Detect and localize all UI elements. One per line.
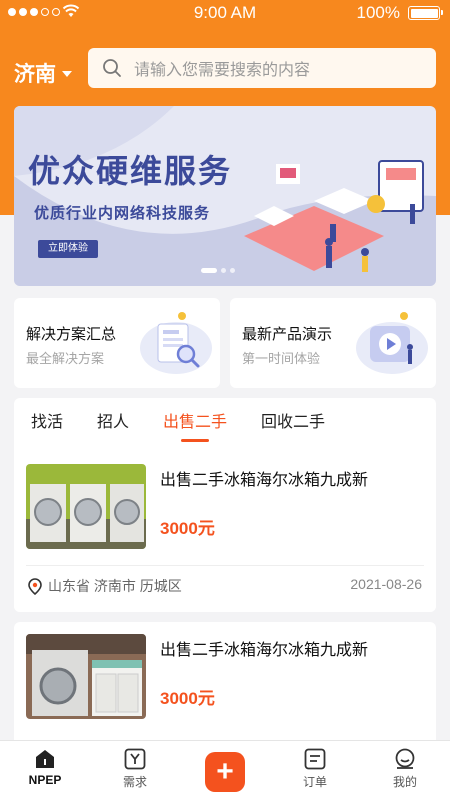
video-play-icon: [356, 312, 428, 374]
location-text: 山东省 济南市 历城区: [48, 578, 182, 594]
nav-label: NPEP: [28, 773, 62, 787]
search-bar[interactable]: 请输入您需要搜索的内容: [88, 48, 436, 88]
city-selector[interactable]: 济南: [14, 58, 72, 88]
promo-banner[interactable]: 优众硬维服务 优质行业内网络科技服务 立即体验: [14, 106, 436, 286]
listing-price: 3000元: [160, 519, 215, 538]
battery-percentage: 100%: [356, 3, 400, 22]
listing-item[interactable]: 出售二手冰箱海尔冰箱九成新 3000元 山东省 济南市 历城区 2021-08-…: [14, 452, 436, 612]
listing-title: 出售二手冰箱海尔冰箱九成新: [160, 472, 369, 489]
divider: [26, 565, 424, 566]
plus-icon: +: [205, 752, 245, 792]
banner-illustration: [14, 106, 436, 286]
listing-location: 山东省 济南市 历城区: [28, 576, 182, 596]
location-pin-icon: [28, 577, 42, 595]
search-icon: [103, 59, 121, 77]
tab-recycle-used[interactable]: 回收二手: [244, 398, 342, 446]
tab-find-work[interactable]: 找活: [14, 398, 80, 446]
search-placeholder: 请输入您需要搜索的内容: [134, 62, 311, 79]
city-label: 济南: [14, 63, 56, 86]
feature-card-products[interactable]: 最新产品演示 第一时间体验: [230, 298, 436, 388]
listing-photo: [26, 464, 146, 549]
nav-label: 需求: [122, 775, 147, 789]
banner-subtitle: 优质行业内网络科技服务: [34, 205, 211, 222]
feature-subtitle: 第一时间体验: [242, 351, 321, 366]
feature-title: 解决方案汇总: [26, 326, 117, 343]
battery-icon: [408, 6, 443, 20]
banner-cta-button[interactable]: 立即体验: [38, 240, 98, 258]
nav-item-demand[interactable]: 需求: [90, 741, 180, 800]
feature-title: 最新产品演示: [242, 326, 333, 343]
demand-icon: [124, 748, 146, 770]
banner-indicator: [201, 268, 235, 273]
nav-label: 订单: [302, 775, 327, 789]
nav-item-publish[interactable]: +: [180, 741, 270, 800]
order-icon: [304, 748, 326, 770]
feature-subtitle: 最全解决方案: [26, 351, 105, 366]
listing-date: 2021-08-26: [350, 576, 422, 592]
feature-card-solutions[interactable]: 解决方案汇总 最全解决方案: [14, 298, 220, 388]
nav-item-orders[interactable]: 订单: [270, 741, 360, 800]
tab-hiring[interactable]: 招人: [80, 398, 146, 446]
home-icon: [36, 750, 54, 768]
listing-title: 出售二手冰箱海尔冰箱九成新: [160, 642, 369, 659]
listing-photo: [26, 634, 146, 719]
nav-label: 我的: [392, 775, 417, 789]
category-tabs: 找活 招人 出售二手 回收二手: [14, 398, 342, 446]
nav-item-profile[interactable]: 我的: [360, 741, 450, 800]
profile-icon: [395, 748, 415, 769]
caret-down-icon: [62, 71, 72, 77]
status-bar: 9:00 AM 100%: [0, 0, 450, 26]
tab-sell-used[interactable]: 出售二手: [146, 398, 244, 446]
banner-title: 优众硬维服务: [28, 153, 233, 189]
document-search-icon: [140, 312, 212, 374]
nav-item-home[interactable]: NPEP: [0, 741, 90, 800]
bottom-nav: NPEP 需求 + 订单 我的: [0, 740, 450, 800]
listing-price: 3000元: [160, 689, 215, 708]
